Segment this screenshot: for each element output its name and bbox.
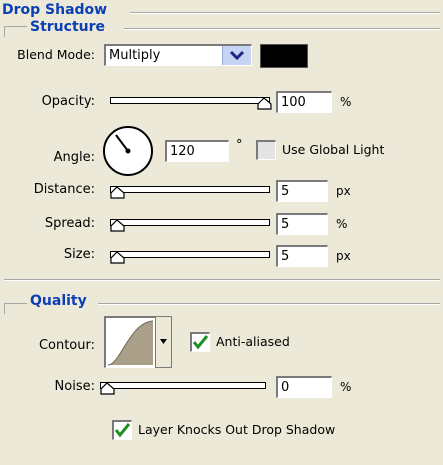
structure-title: Structure bbox=[30, 19, 106, 35]
use-global-light-label: Use Global Light bbox=[282, 142, 385, 157]
distance-label: Distance: bbox=[33, 182, 95, 197]
quality-group-border bbox=[4, 303, 27, 314]
anti-aliased-label: Anti-aliased bbox=[216, 334, 290, 349]
shadow-color-swatch[interactable] bbox=[260, 44, 308, 68]
blend-mode-dropdown-button[interactable] bbox=[222, 46, 251, 65]
drop-shadow-title: Drop Shadow bbox=[2, 2, 108, 18]
caret-down-icon bbox=[160, 339, 167, 344]
noise-unit: % bbox=[340, 380, 352, 394]
spread-slider-thumb[interactable] bbox=[110, 219, 126, 233]
spread-slider-track[interactable] bbox=[110, 219, 270, 226]
spread-input[interactable]: 5 bbox=[276, 213, 328, 235]
angle-dial-icon[interactable] bbox=[101, 124, 155, 178]
blend-mode-value: Multiply bbox=[109, 48, 161, 63]
contour-preview[interactable] bbox=[104, 316, 156, 368]
layer-knocks-out-label: Layer Knocks Out Drop Shadow bbox=[138, 422, 336, 437]
angle-degree-unit: ° bbox=[236, 138, 243, 153]
blend-mode-select[interactable]: Multiply bbox=[104, 44, 252, 66]
distance-slider-track[interactable] bbox=[110, 186, 270, 193]
size-input[interactable]: 5 bbox=[276, 245, 328, 267]
structure-group-border bbox=[4, 26, 27, 37]
anti-aliased-checkbox[interactable] bbox=[190, 332, 210, 352]
chevron-down-icon bbox=[229, 50, 245, 61]
distance-input[interactable]: 5 bbox=[276, 180, 328, 202]
opacity-label: Opacity: bbox=[41, 94, 95, 109]
size-label: Size: bbox=[63, 247, 95, 262]
drop-shadow-panel: Drop Shadow Structure Blend Mode: Multip… bbox=[0, 0, 443, 465]
opacity-slider-track[interactable] bbox=[110, 97, 270, 104]
noise-slider-track[interactable] bbox=[100, 382, 266, 389]
opacity-input[interactable]: 100 bbox=[276, 91, 332, 113]
spread-unit: % bbox=[336, 217, 348, 231]
contour-dropdown-button[interactable] bbox=[155, 316, 172, 368]
structure-divider bbox=[124, 28, 440, 30]
angle-label: Angle: bbox=[53, 150, 95, 165]
contour-label: Contour: bbox=[38, 338, 95, 353]
layer-knocks-out-checkbox[interactable] bbox=[112, 420, 132, 440]
spread-label: Spread: bbox=[44, 216, 95, 231]
contour-curve-icon bbox=[107, 320, 154, 366]
title-divider bbox=[130, 12, 440, 14]
opacity-unit: % bbox=[340, 95, 352, 109]
angle-input[interactable]: 120 bbox=[165, 140, 229, 162]
size-unit: px bbox=[336, 249, 351, 263]
blend-mode-label: Blend Mode: bbox=[17, 47, 95, 62]
noise-slider-thumb[interactable] bbox=[100, 382, 116, 396]
distance-unit: px bbox=[336, 184, 351, 198]
opacity-slider-thumb[interactable] bbox=[257, 97, 273, 111]
noise-label: Noise: bbox=[54, 379, 95, 394]
quality-title: Quality bbox=[30, 293, 87, 309]
section-separator bbox=[4, 279, 440, 281]
checkmark-icon bbox=[114, 423, 131, 438]
quality-divider bbox=[98, 303, 440, 305]
distance-slider-thumb[interactable] bbox=[110, 186, 126, 200]
noise-input[interactable]: 0 bbox=[276, 376, 332, 398]
size-slider-track[interactable] bbox=[110, 251, 270, 258]
checkmark-icon bbox=[192, 335, 209, 350]
use-global-light-checkbox[interactable] bbox=[256, 140, 276, 160]
size-slider-thumb[interactable] bbox=[110, 251, 126, 265]
